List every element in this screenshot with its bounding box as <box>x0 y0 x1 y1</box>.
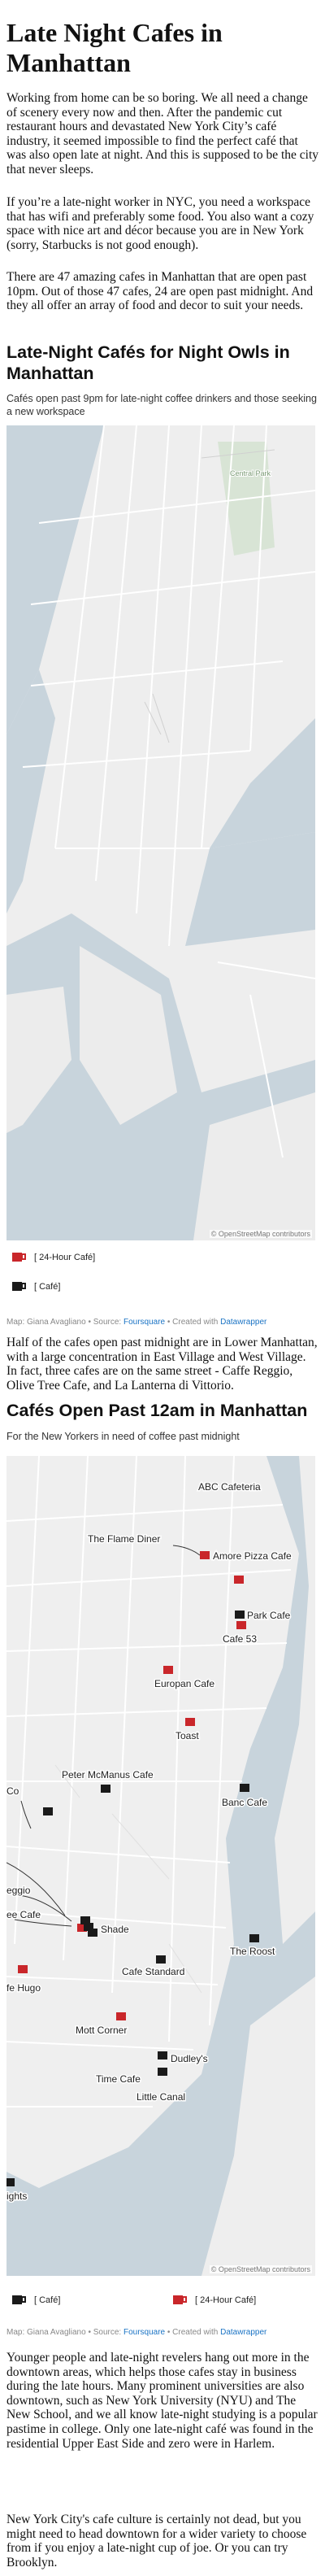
paragraph-downtown: Half of the cafes open past midnight are… <box>6 1336 318 1393</box>
map2-credit: Map: Giana Avagliano • Source: Foursquar… <box>6 2328 266 2337</box>
label-toast: Toast <box>176 1730 199 1741</box>
credit-prefix: Map: Giana Avagliano • Source: <box>6 1318 124 1327</box>
legend-label-cafe: [ Café] <box>34 1281 61 1292</box>
datawrapper-link[interactable]: Datawrapper <box>220 1318 266 1327</box>
central-park-label: Central Park <box>230 469 271 477</box>
map2-canvas[interactable]: ABC Cafeteria The Flame Diner Amore Pizz… <box>6 1456 315 2276</box>
label-lights: ights <box>6 2190 27 2202</box>
map1-legend-cafe: [ Café] <box>11 1280 60 1292</box>
label-mcmanus: Peter McManus Cafe <box>62 1769 154 1781</box>
map2-legend-cafe: [ Café] <box>11 2294 60 2306</box>
label-cafe-standard: Cafe Standard <box>122 1966 184 1977</box>
map1-title: Late-Night Cafés for Night Owls in Manha… <box>6 342 290 383</box>
label-olive-cafe: ee Cafe <box>6 1909 41 1920</box>
map2-legend-24hr: [ 24-Hour Café] <box>172 2294 256 2306</box>
label-europan-cafe: Europan Cafe <box>154 1678 214 1689</box>
paragraph-universities: Younger people and late-night revelers h… <box>6 2351 318 2451</box>
map2-basemap: ABC Cafeteria The Flame Diner Amore Pizz… <box>6 1456 315 2276</box>
map1-subtitle: Cafés open past 9pm for late-night coffe… <box>6 393 317 417</box>
credit-mid: • Created with <box>165 1318 221 1327</box>
label-dudleys: Dudley's <box>171 2053 208 2064</box>
foursquare-link[interactable]: Foursquare <box>124 2328 165 2337</box>
intro-paragraph-1: Working from home can be so boring. We a… <box>6 91 319 177</box>
foursquare-link[interactable]: Foursquare <box>124 1318 165 1327</box>
label-cafe-hugo: fe Hugo <box>6 1982 41 1994</box>
label-abc-cafeteria: ABC Cafeteria <box>198 1481 261 1493</box>
map2-title: Cafés Open Past 12am in Manhattan <box>6 1401 308 1420</box>
legend-label-24hr: [ 24-Hour Café] <box>34 1252 96 1262</box>
article-title: Late Night Cafes in Manhattan <box>6 18 223 77</box>
map2-attribution[interactable]: © OpenStreetMap contributors <box>209 2265 312 2273</box>
label-time-cafe: Time Cafe <box>96 2073 141 2085</box>
map1-attribution[interactable]: © OpenStreetMap contributors <box>209 1230 312 1238</box>
intro-paragraph-2: If you’re a late-night worker in NYC, yo… <box>6 195 314 252</box>
label-mott-corner: Mott Corner <box>76 2025 127 2036</box>
black-cup-icon <box>12 2295 26 2304</box>
map1-basemap: Central Park <box>6 425 315 1240</box>
label-little-canal: Little Canal <box>136 2091 185 2103</box>
label-park-cafe: Park Cafe <box>247 1610 291 1621</box>
black-cup-icon <box>12 1282 26 1291</box>
paragraph-conclusion: New York City's cafe culture is certainl… <box>6 2513 307 2569</box>
label-amore-pizza: Amore Pizza Cafe <box>213 1550 292 1562</box>
map1-credit: Map: Giana Avagliano • Source: Foursquar… <box>6 1318 266 1327</box>
label-shade: Shade <box>101 1924 129 1935</box>
label-reggio: eggio <box>6 1885 31 1896</box>
legend-label-cafe: [ Café] <box>34 2295 61 2305</box>
intro-paragraph-3: There are 47 amazing cafes in Manhattan … <box>6 270 314 313</box>
label-banc-cafe: Banc Cafe <box>222 1797 267 1808</box>
map1-canvas[interactable]: Central Park © OpenStreetMap contributor… <box>6 425 315 1240</box>
credit-mid: • Created with <box>165 2328 221 2337</box>
label-flame-diner: The Flame Diner <box>88 1533 160 1545</box>
red-cup-icon <box>12 1253 26 1262</box>
red-cup-icon <box>173 2295 187 2304</box>
legend-label-24hr: [ 24-Hour Café] <box>195 2295 257 2305</box>
label-co: Co <box>6 1785 20 1797</box>
label-the-roost: The Roost <box>230 1946 275 1957</box>
map1-legend-24hr: [ 24-Hour Café] <box>11 1251 95 1263</box>
map2-subtitle: For the New Yorkers in need of coffee pa… <box>6 1431 240 1442</box>
label-cafe-53: Cafe 53 <box>223 1633 257 1645</box>
credit-prefix: Map: Giana Avagliano • Source: <box>6 2328 124 2337</box>
datawrapper-link[interactable]: Datawrapper <box>220 2328 266 2337</box>
